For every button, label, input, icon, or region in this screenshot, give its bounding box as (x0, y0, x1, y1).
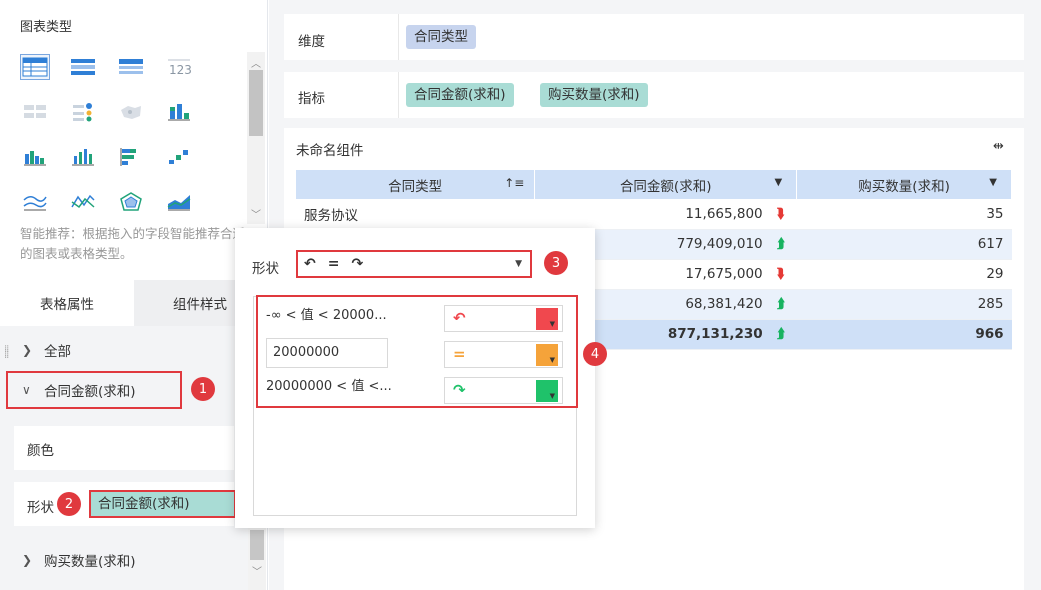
tree-item-label: 购买数量(求和) (44, 554, 136, 570)
step-badge-2: 2 (57, 492, 81, 516)
cell-type: 服务协议 (296, 199, 535, 230)
measure-label: 指标 (298, 91, 325, 107)
down-arrow-icon: ⮯ (776, 205, 785, 222)
column-header-amount[interactable]: 合同金额(求和) ▼ (534, 170, 798, 199)
rule-range-text: 20000000 < 值 <... (266, 379, 392, 394)
down-arrow-icon: ⮯ (776, 266, 785, 282)
component-title: 未命名组件 (296, 143, 364, 159)
tree-item-contract-amount[interactable]: ∨ 合同金额(求和) (6, 371, 182, 409)
line-icon[interactable] (20, 189, 50, 215)
curve-down-arrow-icon: ↶ (453, 309, 466, 327)
color-label: 颜色 (27, 443, 54, 459)
scroll-down-icon[interactable]: ﹀ (248, 563, 266, 578)
rule-shape-select[interactable]: ↷ ▼ (444, 377, 563, 404)
column-icon[interactable] (20, 144, 50, 170)
divider (398, 14, 399, 60)
shape-field-chip[interactable]: 合同金额(求和) (89, 490, 236, 518)
radar-icon[interactable] (116, 189, 146, 215)
curve-up-arrow-icon: ↷ (351, 256, 364, 272)
dot-list-icon[interactable] (68, 99, 98, 125)
shape-set-select[interactable]: ↶ = ↷ ▼ (296, 250, 532, 278)
shape-label: 形状 (27, 500, 54, 516)
dimension-bar (284, 14, 1024, 60)
chevron-right-icon: ❯ (22, 553, 33, 567)
table-row: 服务协议 11,665,800 ⮯ 35 (296, 199, 1012, 230)
cell-qty: 29 (796, 259, 1012, 290)
curve-down-arrow-icon: ↶ (304, 256, 316, 272)
rule-shape-select[interactable]: ↶ ▼ (444, 305, 563, 332)
color-swatch[interactable]: ▼ (536, 380, 558, 402)
table-cross-icon[interactable] (68, 54, 98, 80)
sort-icon[interactable]: ↑≡ (504, 176, 524, 190)
tree-item-all[interactable]: ❯ 全部 (22, 340, 71, 360)
cell-qty: 285 (796, 289, 1012, 320)
chevron-down-icon: ∨ (22, 383, 31, 397)
chevron-right-icon: ❯ (22, 343, 33, 357)
scroll-down-icon[interactable]: ﹀ (247, 206, 265, 221)
column-multi-icon[interactable] (68, 144, 98, 170)
rule-shape-select[interactable]: = ▼ (444, 341, 563, 368)
scrollbar-thumb[interactable] (250, 530, 264, 560)
rule-value-input[interactable]: 20000000 (266, 338, 388, 368)
kpi-number-icon[interactable]: 123 (164, 54, 194, 80)
rule-range-text: -∞ < 值 < 20000... (266, 308, 387, 323)
scrollbar-thumb[interactable] (249, 70, 263, 136)
equals-icon: = (327, 256, 340, 272)
bar-stack-icon[interactable] (164, 99, 194, 125)
chart-type-title: 图表类型 (20, 20, 73, 35)
area-icon[interactable] (164, 189, 194, 215)
smart-recommend-tip: 智能推荐：根据拖入的字段智能推荐合适的图表或表格类型。 (20, 226, 246, 261)
tree-item-label: 合同金额(求和) (44, 384, 136, 400)
column-header-qty[interactable]: 购买数量(求和) ▼ (796, 170, 1012, 199)
curve-up-arrow-icon: ↷ (453, 381, 466, 399)
tree-item-purchase-qty[interactable]: ❯ 购买数量(求和) (22, 550, 136, 570)
scroll-up-icon[interactable]: ︿ (247, 55, 265, 70)
equals-icon: = (453, 345, 466, 363)
dimension-field-chip[interactable]: 合同类型 (406, 25, 476, 49)
popup-shape-label: 形状 (252, 261, 279, 277)
table-basic-icon[interactable] (20, 54, 50, 80)
svg-text:123: 123 (169, 63, 192, 77)
tree-item-label: 全部 (44, 344, 71, 360)
cell-amount: 11,665,800 ⮯ (534, 199, 797, 230)
cell-qty: 35 (796, 199, 1012, 230)
caret-down-icon: ▼ (515, 259, 522, 269)
divider (398, 72, 399, 118)
up-arrow-icon: ⮭ (776, 296, 785, 312)
column-header-type[interactable]: 合同类型 ↑≡ (296, 170, 536, 199)
bar-horizontal-icon[interactable] (116, 144, 146, 170)
waterfall-icon[interactable] (164, 144, 194, 170)
line-multi-icon[interactable] (68, 189, 98, 215)
dimension-label: 维度 (298, 34, 325, 50)
step-badge-4: 4 (583, 342, 607, 366)
cell-qty: 617 (796, 229, 1012, 260)
table-detail-icon[interactable] (116, 54, 146, 80)
measure-field-chip[interactable]: 购买数量(求和) (540, 83, 648, 107)
color-swatch[interactable]: ▼ (536, 344, 558, 366)
caret-down-icon[interactable]: ▼ (989, 177, 997, 188)
step-badge-1: 1 (191, 377, 215, 401)
caret-down-icon[interactable]: ▼ (774, 177, 782, 188)
tab-table-properties[interactable]: 表格属性 (0, 280, 134, 326)
cell-qty: 966 (796, 319, 1012, 350)
measure-bar (284, 72, 1024, 118)
up-arrow-icon: ⮭ (776, 326, 785, 342)
color-swatch[interactable]: ▼ (536, 308, 558, 330)
map-icon[interactable] (116, 99, 146, 125)
up-arrow-icon: ⮭ (776, 236, 785, 252)
expand-width-icon[interactable]: ⇹ (993, 139, 1004, 154)
step-badge-3: 3 (544, 251, 568, 275)
kpi-card-icon[interactable] (20, 99, 50, 125)
measure-field-chip[interactable]: 合同金额(求和) (406, 83, 514, 107)
drag-handle-icon[interactable]: ⁞⁞ ⁞⁞ (4, 345, 9, 361)
